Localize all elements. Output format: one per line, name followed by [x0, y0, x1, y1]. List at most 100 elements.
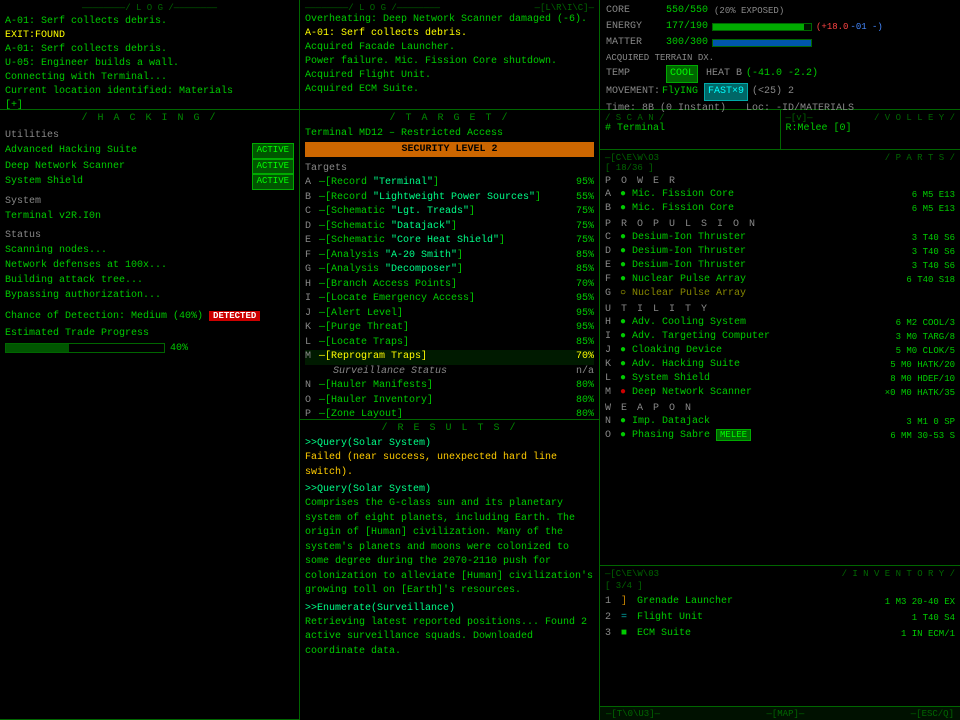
mid-log-2: A-01: Serf collects debris. [305, 27, 594, 41]
mid-log-5: Acquired Flight Unit. [305, 69, 594, 83]
hack-item-advanced-status: ACTIVE [252, 143, 294, 159]
parts-count: [ 18/36 ] [605, 163, 654, 173]
hack-item-shield-name: System Shield [5, 174, 83, 189]
target-i[interactable]: I —[Locate Emergency Access] 95% [305, 292, 594, 307]
status-label: Status [5, 230, 294, 241]
target-k[interactable]: K —[Purge Threat] 95% [305, 321, 594, 336]
target-p[interactable]: P —[Zone Layout] 80% [305, 408, 594, 420]
system-label: System [5, 196, 294, 207]
bottom-right: —[MAP]— [766, 709, 804, 719]
matter-label: MATTER [606, 35, 666, 51]
energy-value: 177/190 [666, 19, 708, 35]
results-query-1: >>Query(Solar System) [305, 438, 594, 449]
target-n[interactable]: N —[Hauler Manifests] 80% [305, 379, 594, 394]
volley-value: R:Melee [0] [786, 123, 956, 134]
target-a[interactable]: A —[Record "Terminal"] 95% [305, 176, 594, 191]
power-section-label: P O W E R [605, 176, 955, 187]
target-g[interactable]: G —[Analysis "Decomposer"] 85% [305, 263, 594, 278]
mid-log-6: Acquired ECM Suite. [305, 83, 594, 97]
status-top: CORE 550/550 (20% EXPOSED) ENERGY 177/19… [600, 0, 960, 110]
location-row: ACQUIRED TERRAIN DX. [606, 51, 954, 65]
target-b[interactable]: B —[Record "Lightweight Power Sources"] … [305, 191, 594, 206]
left-log-panel: ————————/ L O G /———————— A-01: Serf col… [0, 0, 299, 110]
target-j[interactable]: J —[Alert Level] 95% [305, 307, 594, 322]
core-row: CORE 550/550 (20% EXPOSED) [606, 3, 954, 19]
target-surveillance: Surveillance Status n/a [305, 365, 594, 380]
energy-label: ENERGY [606, 19, 666, 35]
utilities-label: Utilities [5, 130, 294, 141]
hacking-panel: / H A C K I N G / Utilities Advanced Hac… [0, 110, 299, 720]
part-m[interactable]: M ● Deep Network Scanner ×0 M0 HATK/35 [605, 386, 955, 400]
detected-badge: DETECTED [209, 311, 260, 321]
volley-nav: —[v]— [786, 113, 813, 123]
terminal-version: Terminal v2R.I0n [5, 209, 294, 224]
log-entry-7: [+] [5, 99, 294, 110]
hack-item-deep-status: ACTIVE [252, 159, 294, 175]
target-l[interactable]: L —[Locate Traps] 85% [305, 336, 594, 351]
matter-row: MATTER 300/300 [606, 35, 954, 51]
hack-item-deep-name: Deep Network Scanner [5, 159, 125, 174]
inv-item-3[interactable]: 3 ■ ECM Suite 1 IN ECM/1 [605, 626, 955, 642]
progress-label: 40% [170, 343, 188, 354]
hack-item-shield-status: ACTIVE [252, 174, 294, 190]
results-panel: / R E S U L T S / >>Query(Solar System) … [300, 420, 599, 720]
parts-panel: —[C\E\W\O3 / P A R T S / [ 18/36 ] P O W… [600, 150, 960, 566]
part-c[interactable]: C ● Desium-Ion Thruster 3 T40 S6 [605, 231, 955, 245]
main-container: ————————/ L O G /———————— A-01: Serf col… [0, 0, 960, 720]
part-h[interactable]: H ● Adv. Cooling System 6 M2 COOL/3 [605, 316, 955, 330]
part-e[interactable]: E ● Desium-Ion Thruster 3 T40 S6 [605, 259, 955, 273]
target-d[interactable]: D —[Schematic "Datajack"] 75% [305, 220, 594, 235]
right-panel: CORE 550/550 (20% EXPOSED) ENERGY 177/19… [600, 0, 960, 720]
part-d[interactable]: D ● Desium-Ion Thruster 3 T40 S6 [605, 245, 955, 259]
part-k[interactable]: K ● Adv. Hacking Suite 5 M0 HATK/20 [605, 358, 955, 372]
status-line-1: Scanning nodes... [5, 243, 294, 258]
heat-label: HEAT B [706, 66, 742, 82]
part-j[interactable]: J ● Cloaking Device 5 M0 CLOK/5 [605, 344, 955, 358]
log-entry-1: A-01: Serf collects debris. [5, 15, 294, 29]
target-f[interactable]: F —[Analysis "A-20 Smith"] 85% [305, 249, 594, 264]
part-g[interactable]: G ○ Nuclear Pulse Array [605, 287, 955, 301]
volley-section: —[v]— / V O L L E Y / R:Melee [0] [781, 110, 960, 149]
part-i[interactable]: I ● Adv. Targeting Computer 3 M0 TARG/8 [605, 330, 955, 344]
part-l[interactable]: L ● System Shield 8 M0 HDEF/10 [605, 372, 955, 386]
inv-nav: —[C\E\W\03 [605, 569, 659, 579]
utility-section-label: U T I L I T Y [605, 304, 955, 315]
part-b[interactable]: B ● Mic. Fission Core 6 M5 E13 [605, 202, 955, 216]
location-text: ACQUIRED TERRAIN DX. [606, 51, 714, 65]
target-m[interactable]: M —[Reprogram Traps] 70% [305, 350, 594, 365]
results-query-3: >>Enumerate(Surveillance) [305, 603, 594, 614]
movement-flying: FlyING [662, 84, 698, 100]
target-c[interactable]: C —[Schematic "Lgt. Treads"] 75% [305, 205, 594, 220]
inv-item-1[interactable]: 1 ] Grenade Launcher 1 M3 20-40 EX [605, 594, 955, 610]
progress-bar-outer [5, 343, 165, 353]
log-entry-6: Current location identified: Materials [5, 85, 294, 99]
movement-extra: (<25) 2 [752, 84, 794, 100]
scan-section: / S C A N / # Terminal [600, 110, 781, 149]
log-entry-2: EXIT:FOUND [5, 29, 294, 43]
log-nav[interactable]: —[L\R\I\C]— [535, 3, 594, 13]
part-o[interactable]: O ● Phasing Sabre MELEE 6 MM 30-53 S [605, 429, 955, 443]
hack-item-deep[interactable]: Deep Network Scanner ACTIVE [5, 159, 294, 175]
bottom-bar: —[T\0\U3]— —[MAP]— —[ESC/Q] [600, 706, 960, 720]
part-n[interactable]: N ● Imp. Datajack 3 M1 0 SP [605, 415, 955, 429]
hack-item-advanced[interactable]: Advanced Hacking Suite ACTIVE [5, 143, 294, 159]
status-line-3: Building attack tree... [5, 273, 294, 288]
hack-item-advanced-name: Advanced Hacking Suite [5, 143, 137, 158]
part-a[interactable]: A ● Mic. Fission Core 6 M5 E13 [605, 188, 955, 202]
terminal-title: Terminal MD12 – Restricted Access [305, 128, 594, 139]
energy-bar-fill [713, 24, 804, 30]
hack-item-shield[interactable]: System Shield ACTIVE [5, 174, 294, 190]
target-o[interactable]: O —[Hauler Inventory] 80% [305, 394, 594, 409]
target-e[interactable]: E —[Schematic "Core Heat Shield"] 75% [305, 234, 594, 249]
target-h[interactable]: H —[Branch Access Points] 70% [305, 278, 594, 293]
energy-bar [712, 23, 812, 31]
scan-terminal: # Terminal [605, 123, 775, 134]
propulsion-section-label: P R O P U L S I O N [605, 219, 955, 230]
part-f[interactable]: F ● Nuclear Pulse Array 6 T40 S18 [605, 273, 955, 287]
progress-bar-inner [6, 344, 69, 352]
mid-log-1: Overheating: Deep Network Scanner damage… [305, 13, 594, 27]
inv-item-2[interactable]: 2 = Flight Unit 1 T40 S4 [605, 610, 955, 626]
matter-bar [712, 39, 812, 47]
security-bar: SECURITY LEVEL 2 [305, 142, 594, 157]
inv-count: [ 3/4 ] [605, 581, 643, 591]
